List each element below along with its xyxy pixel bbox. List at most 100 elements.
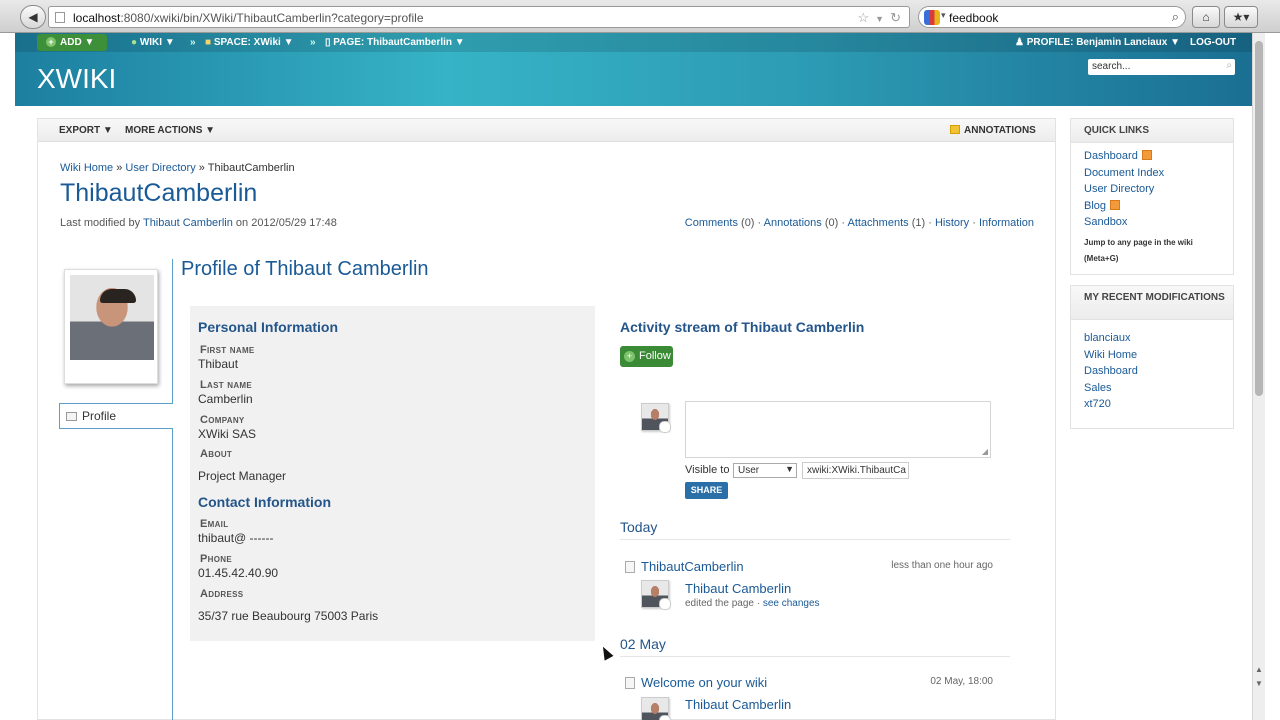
profile-menu[interactable]: ♟ PROFILE: Benjamin Lanciaux ▼ [1015, 37, 1180, 48]
email-label: Email [200, 518, 229, 530]
address-label: Address [200, 588, 244, 600]
personal-info-title: Personal Information [198, 319, 339, 335]
home-button[interactable]: ⌂ [1192, 6, 1220, 28]
url-text: localhost:8080/xwiki/bin/XWiki/ThibautCa… [73, 11, 424, 25]
profile-info-panel: Personal Information First name Thibaut … [190, 306, 595, 641]
xwiki-header: + ADD ▼ ● WIKI ▼ » ■ SPACE: XWiki ▼ » ▯ P… [15, 33, 1252, 106]
recent-item[interactable]: Sales [1084, 382, 1233, 399]
scroll-down-arrow[interactable]: ▼ [1255, 679, 1263, 688]
search-query: feedbook [949, 11, 999, 25]
space-menu[interactable]: ■ SPACE: XWiki ▼ [205, 37, 293, 48]
recent-item[interactable]: Wiki Home [1084, 349, 1233, 366]
rss-icon[interactable] [1141, 150, 1152, 160]
recent-modifications-panel: MY RECENT MODIFICATIONS blanciaux Wiki H… [1070, 285, 1234, 429]
menu-separator: » [310, 37, 316, 48]
scroll-up-arrow[interactable]: ▲ [1255, 665, 1263, 674]
quick-link-dashboard[interactable]: Dashboard [1084, 150, 1233, 167]
main-content: EXPORT ▼ MORE ACTIONS ▼ ANNOTATIONS Wiki… [37, 118, 1056, 720]
event-avatar [641, 697, 671, 720]
activity-stream-title: Activity stream of Thibaut Camberlin [620, 319, 865, 335]
profile-heading: Profile of Thibaut Camberlin [181, 258, 429, 280]
comments-link[interactable]: Comments [685, 217, 738, 229]
quick-link-user-directory[interactable]: User Directory [1084, 183, 1233, 200]
profile-card-icon [66, 412, 77, 421]
logout-link[interactable]: LOG-OUT [1190, 37, 1236, 48]
divider [620, 539, 1010, 540]
annotations-button[interactable]: ANNOTATIONS [950, 125, 1036, 136]
event-description: edited the page · see changes [685, 598, 820, 609]
rss-icon[interactable] [1110, 199, 1121, 210]
more-actions-menu[interactable]: MORE ACTIONS ▼ [125, 125, 215, 136]
quick-link-sandbox[interactable]: Sandbox [1084, 216, 1233, 233]
user-icon: ♟ [1015, 37, 1024, 48]
page-menu[interactable]: ▯ PAGE: ThibautCamberlin ▼ [325, 37, 465, 48]
breadcrumb-user-directory[interactable]: User Directory [125, 162, 195, 174]
back-button[interactable]: ◀ [20, 5, 46, 29]
day-heading-02-may: 02 May [620, 636, 666, 652]
export-menu[interactable]: EXPORT ▼ [59, 125, 113, 136]
event-page-link[interactable]: Welcome on your wiki [641, 675, 767, 690]
breadcrumb-wiki-home[interactable]: Wiki Home [60, 162, 113, 174]
search-icon[interactable]: ⌕ [1172, 9, 1179, 25]
page-icon [55, 12, 65, 23]
quick-link-blog[interactable]: Blog [1084, 199, 1233, 217]
wiki-search-input[interactable]: search... ⌕ [1088, 59, 1235, 75]
visible-to-label: Visible to [685, 464, 730, 476]
first-name-value: Thibaut [198, 357, 239, 371]
address-bar[interactable]: localhost:8080/xwiki/bin/XWiki/ThibautCa… [48, 6, 910, 28]
reload-icon[interactable]: ↻ [890, 10, 901, 25]
address-value: 35/37 rue Beaubourg 75003 Paris [198, 609, 379, 623]
event-user-link[interactable]: Thibaut Camberlin [685, 581, 791, 596]
tab-divider [172, 259, 173, 720]
quick-links-panel: QUICK LINKS Dashboard Document Index Use… [1070, 118, 1234, 275]
resize-grip-icon[interactable]: ◢ [982, 447, 988, 456]
modified-user-link[interactable]: Thibaut Camberlin [143, 217, 233, 229]
quick-link-document-index[interactable]: Document Index [1084, 167, 1233, 184]
event-page-link[interactable]: ThibautCamberlin [641, 559, 744, 574]
company-value: XWiki SAS [198, 427, 257, 441]
attachments-link[interactable]: Attachments [847, 217, 908, 229]
event-time: less than one hour ago [891, 560, 993, 571]
wiki-menu[interactable]: ● WIKI ▼ [131, 37, 175, 48]
target-input[interactable]: xwiki:XWiki.ThibautCa [802, 462, 909, 479]
share-button[interactable]: SHARE [685, 482, 728, 499]
xwiki-logo[interactable]: XWIKI [37, 63, 116, 95]
avatar [70, 275, 154, 360]
search-icon[interactable]: ⌕ [1226, 60, 1232, 71]
home-icon: ⌂ [1202, 10, 1210, 24]
visibility-select[interactable]: User ▼ [733, 463, 797, 478]
event-user-link[interactable]: Thibaut Camberlin [685, 697, 791, 712]
status-textarea[interactable]: ◢ [685, 401, 991, 458]
see-changes-link[interactable]: see changes [763, 598, 820, 609]
information-link[interactable]: Information [979, 217, 1034, 229]
browser-search-field[interactable]: ▾ feedbook ⌕ [918, 6, 1186, 28]
scrollbar-thumb[interactable] [1255, 41, 1263, 396]
bookmarks-button[interactable]: ★▾ [1224, 6, 1258, 28]
chevron-down-icon[interactable]: ▼ [875, 14, 884, 24]
first-name-label: First name [200, 344, 255, 356]
history-link[interactable]: History [935, 217, 969, 229]
follow-button[interactable]: + Follow [620, 346, 673, 367]
star-icon[interactable]: ☆ [858, 10, 870, 25]
folder-icon: ■ [205, 37, 212, 48]
page-icon [625, 561, 635, 573]
recent-item[interactable]: blanciaux [1084, 332, 1233, 349]
document-extras-links: Comments (0) · Annotations (0) · Attachm… [684, 217, 1034, 229]
profile-avatar[interactable] [64, 269, 158, 384]
jump-hint: Jump to any page in the wiki (Meta+G) [1084, 237, 1193, 263]
page-title: ThibautCamberlin [60, 179, 258, 207]
globe-icon: ● [131, 37, 138, 48]
divider [620, 656, 1010, 657]
phone-label: Phone [200, 553, 232, 565]
plus-icon: + [624, 351, 635, 362]
recent-item[interactable]: xt720 [1084, 398, 1233, 415]
recent-item[interactable]: Dashboard [1084, 365, 1233, 382]
annotation-icon [950, 125, 960, 134]
chevron-down-icon[interactable]: ▾ [941, 10, 946, 21]
tab-profile[interactable]: Profile [59, 403, 173, 429]
annotations-link[interactable]: Annotations [764, 217, 822, 229]
add-button[interactable]: + ADD ▼ [37, 34, 107, 51]
about-label: About [200, 448, 233, 460]
page-scrollbar[interactable]: ▲ ▼ [1252, 33, 1265, 720]
about-value: Project Manager [198, 469, 287, 483]
